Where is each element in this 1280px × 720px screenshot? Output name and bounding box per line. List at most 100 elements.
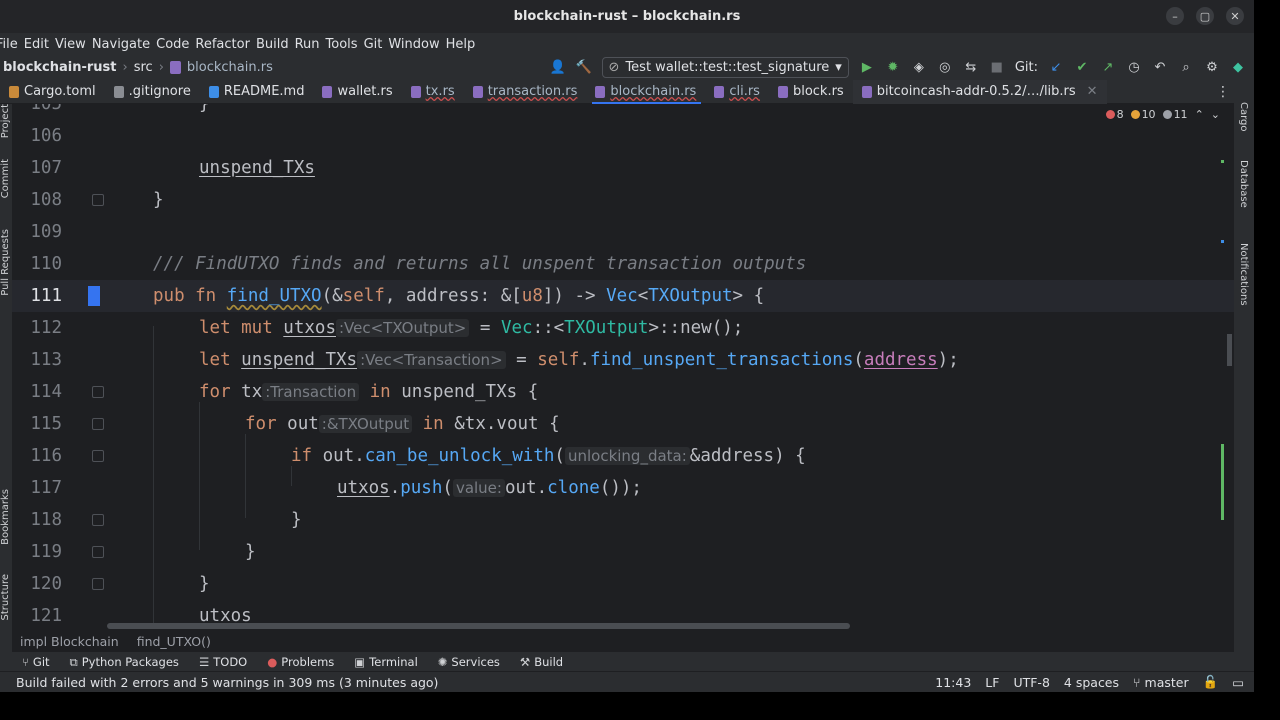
menu-navigate[interactable]: Navigate [92, 37, 156, 52]
self-keyword: self [342, 286, 385, 306]
git-commit-icon[interactable]: ✔ [1074, 60, 1090, 76]
type-name: Vec [500, 318, 533, 338]
code-punct: >:: [648, 318, 681, 338]
crumb-function[interactable]: find_UTXO() [137, 634, 211, 649]
more-tabs-icon[interactable]: ⋮ [1216, 84, 1230, 100]
bookmark-icon[interactable] [88, 286, 100, 306]
run-configuration-select[interactable]: ⊘ Test wallet::test::test_signature ▾ [601, 57, 849, 78]
tool-database[interactable]: Database [1238, 160, 1249, 208]
tool-commit[interactable]: Commit [0, 159, 11, 198]
tab-cli-rs[interactable]: cli.rs [705, 80, 769, 104]
tab-transaction-rs[interactable]: transaction.rs [464, 80, 587, 104]
menu-refactor[interactable]: Refactor [195, 37, 256, 52]
menu-code[interactable]: Code [156, 37, 195, 52]
tool-problems[interactable]: ● Problems [267, 655, 334, 669]
tool-services[interactable]: ✺ Services [438, 655, 500, 669]
tab-readme[interactable]: README.md [200, 80, 314, 104]
git-update-icon[interactable]: ↙ [1048, 60, 1064, 76]
menu-tools[interactable]: Tools [326, 37, 364, 52]
tab-bitcoincash-lib-rs[interactable]: bitcoincash-addr-0.5.2/…/lib.rs ✕ [852, 79, 1107, 104]
tab-label: README.md [223, 84, 305, 99]
line-number: 119 [30, 542, 62, 562]
breadcrumb-file[interactable]: blockchain.rs [187, 60, 273, 75]
menu-edit[interactable]: Edit [24, 37, 55, 52]
close-icon[interactable]: ✕ [1226, 7, 1244, 25]
status-message[interactable]: Build failed with 2 errors and 5 warning… [0, 675, 438, 690]
menu-git[interactable]: Git [364, 37, 389, 52]
rollback-icon[interactable]: ↶ [1152, 60, 1168, 76]
tool-terminal[interactable]: ▣ Terminal [354, 655, 417, 669]
keyword: for [245, 414, 288, 434]
tool-build[interactable]: ⚒ Build [520, 655, 563, 669]
git-push-icon[interactable]: ↗ [1100, 60, 1116, 76]
gear-icon[interactable]: ⚙ [1204, 60, 1220, 76]
tool-python-packages[interactable]: ⧉ Python Packages [70, 655, 179, 670]
code-editor[interactable]: 8 10 11 ⌃ ⌄ 105 } 106 107 unspend_TXs 10… [12, 104, 1234, 630]
markdown-file-icon [208, 85, 219, 98]
fold-icon[interactable] [92, 194, 104, 206]
profile-icon[interactable]: ◎ [937, 60, 953, 76]
minimize-icon[interactable]: – [1166, 7, 1184, 25]
git-branch-label: master [1144, 674, 1189, 690]
tab-blockchain-rs[interactable]: blockchain.rs [586, 80, 705, 105]
vertical-scrollbar[interactable] [1227, 334, 1232, 366]
breadcrumb-project[interactable]: blockchain-rust [3, 60, 117, 75]
tool-bookmarks[interactable]: Bookmarks [0, 489, 11, 545]
fold-icon[interactable] [92, 450, 104, 462]
tool-cargo[interactable]: Cargo [1238, 102, 1249, 132]
search-icon[interactable]: ⌕ [1178, 60, 1194, 76]
run-icon[interactable]: ▶ [859, 60, 875, 76]
memory-icon[interactable]: ▭ [1232, 675, 1244, 690]
tab-gitignore[interactable]: .gitignore [105, 80, 200, 104]
jetbrains-logo-icon[interactable]: ◆ [1230, 60, 1246, 76]
tab-block-rs[interactable]: block.rs [769, 80, 853, 104]
close-icon[interactable]: ✕ [1087, 84, 1098, 99]
tool-project[interactable]: Project [0, 104, 11, 138]
crumb-impl[interactable]: impl Blockchain [20, 634, 119, 649]
debug-icon[interactable]: ✹ [885, 60, 901, 76]
line-separator[interactable]: LF [985, 675, 999, 690]
variable: unspend_TXs [241, 350, 358, 370]
fold-icon[interactable] [92, 578, 104, 590]
tab-cargo-toml[interactable]: Cargo.toml [0, 80, 105, 104]
tab-label: blockchain.rs [610, 84, 697, 99]
code-punct: , address: &[ [384, 286, 522, 306]
tool-git[interactable]: ⑂ Git [22, 655, 50, 669]
breadcrumb-folder[interactable]: src [134, 60, 153, 75]
chevron-right-icon: › [122, 60, 128, 75]
tool-pull-requests[interactable]: Pull Requests [0, 229, 11, 296]
line-number: 106 [30, 126, 62, 146]
tool-todo[interactable]: ☰ TODO [199, 655, 247, 669]
fold-icon[interactable] [92, 418, 104, 430]
build-hammer-icon[interactable]: 🔨 [575, 60, 591, 76]
tab-tx-rs[interactable]: tx.rs [402, 80, 464, 104]
services-icon: ✺ [437, 655, 448, 669]
file-encoding[interactable]: UTF-8 [1013, 675, 1049, 690]
caret-position[interactable]: 11:43 [935, 675, 971, 690]
user-icon[interactable]: 👤 [549, 60, 565, 76]
attach-icon[interactable]: ⇆ [963, 60, 979, 76]
tab-wallet-rs[interactable]: wallet.rs [313, 80, 401, 104]
fold-icon[interactable] [92, 514, 104, 526]
tool-notifications[interactable]: Notifications [1238, 243, 1249, 306]
horizontal-scrollbar[interactable] [107, 623, 850, 629]
history-icon[interactable]: ◷ [1126, 60, 1142, 76]
git-branch[interactable]: ⑂ master [1133, 675, 1189, 690]
menu-view[interactable]: View [55, 37, 92, 52]
fold-icon[interactable] [92, 386, 104, 398]
lock-icon[interactable]: 🔓 [1203, 674, 1219, 690]
menu-run[interactable]: Run [295, 37, 326, 52]
menu-build[interactable]: Build [256, 37, 295, 52]
indent-setting[interactable]: 4 spaces [1064, 675, 1119, 690]
tool-structure[interactable]: Structure [0, 574, 11, 621]
code-punct: ( [554, 446, 565, 466]
menu-file[interactable]: File [0, 37, 24, 52]
menu-help[interactable]: Help [446, 37, 482, 52]
menu-window[interactable]: Window [388, 37, 445, 52]
maximize-icon[interactable]: ▢ [1196, 7, 1214, 25]
stop-icon[interactable]: ■ [989, 60, 1005, 76]
tab-label: bitcoincash-addr-0.5.2/…/lib.rs [876, 84, 1076, 99]
git-label: Git: [1014, 60, 1038, 75]
coverage-icon[interactable]: ◈ [911, 60, 927, 76]
fold-icon[interactable] [92, 546, 104, 558]
